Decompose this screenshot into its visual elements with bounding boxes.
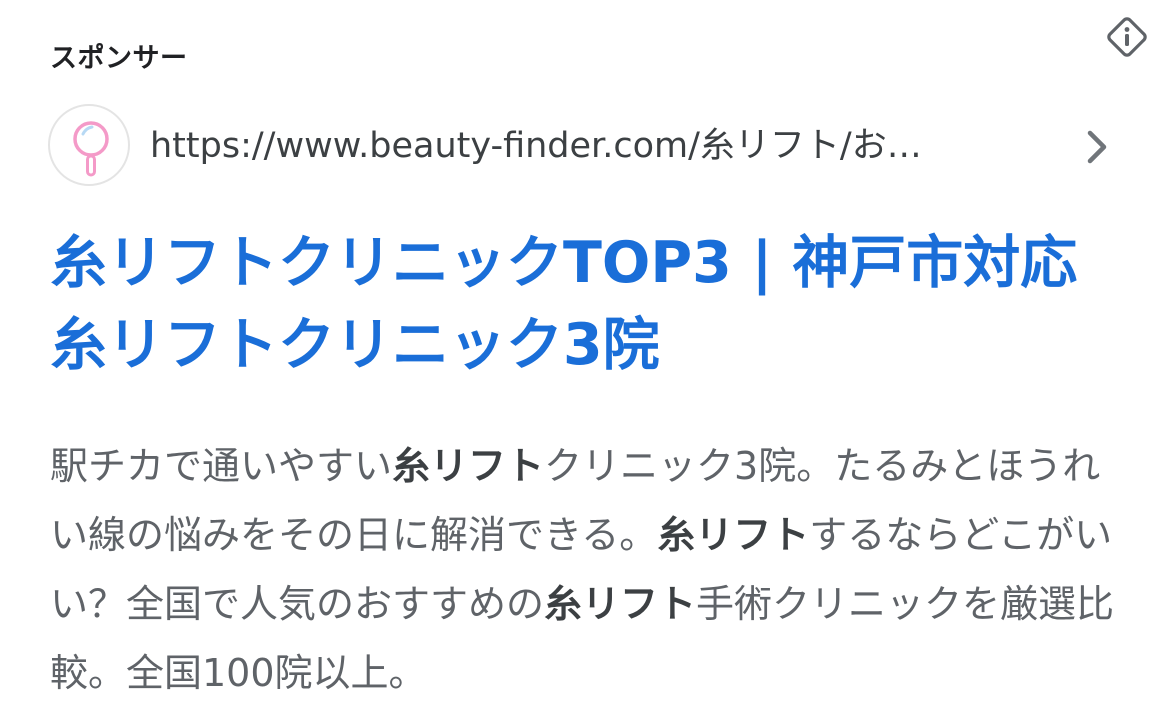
hand-mirror-icon: [73, 121, 109, 177]
desc-keyword-highlight: 糸リフト: [392, 444, 545, 488]
chevron-right-icon[interactable]: [1082, 128, 1112, 166]
desc-keyword-highlight: 糸リフト: [657, 513, 810, 557]
ad-display-url: https://www.beauty-finder.com/糸リフト/お…: [150, 126, 922, 166]
sponsor-label: スポンサー: [50, 43, 188, 74]
ad-url-row[interactable]: https://www.beauty-finder.com/糸リフト/お…: [48, 104, 1128, 188]
advertiser-favicon: [48, 104, 130, 186]
desc-text: 駅チカで通いやすい: [50, 444, 393, 488]
ad-description: 駅チカで通いやすい糸リフトクリニック3院。たるみとほうれい線の悩みをその日に解消…: [50, 432, 1125, 708]
ad-title-link[interactable]: 糸リフトクリニックTOP3 | 神戸市対応糸リフトクリニック3院: [50, 222, 1120, 386]
info-icon[interactable]: [1104, 14, 1150, 60]
desc-keyword-highlight: 糸リフト: [544, 582, 697, 626]
sponsored-search-ad: スポンサー https://www.beauty-finder.com/糸リフト…: [0, 0, 1170, 728]
